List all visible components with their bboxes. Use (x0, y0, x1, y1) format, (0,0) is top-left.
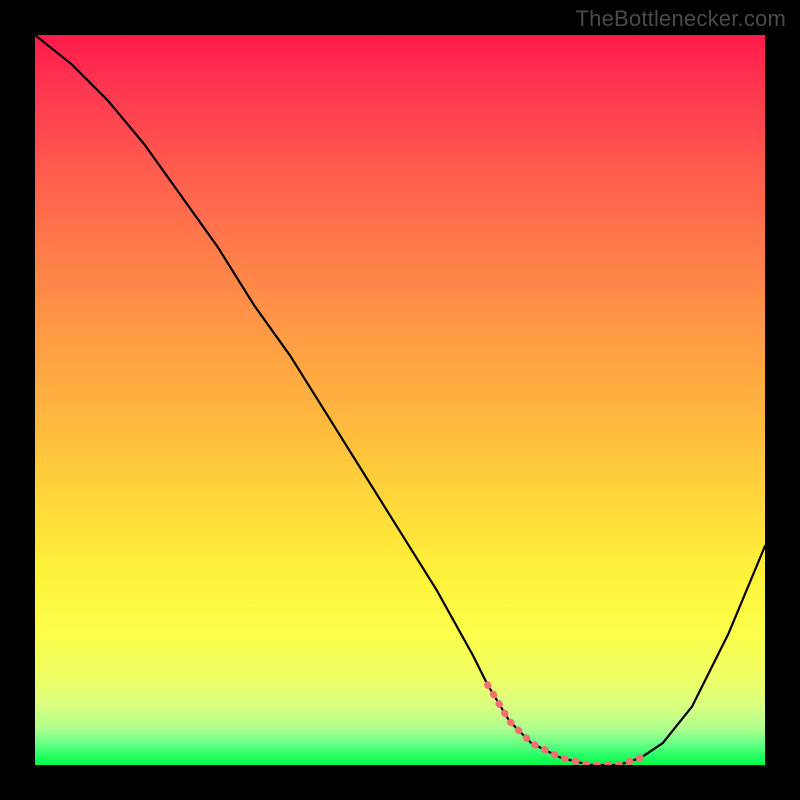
attribution-text: TheBottlenecker.com (576, 6, 786, 32)
chart-curve-svg (35, 35, 765, 765)
bottleneck-curve-line (35, 35, 765, 765)
chart-plot-area (35, 35, 765, 765)
flat-region-highlight (488, 685, 641, 765)
